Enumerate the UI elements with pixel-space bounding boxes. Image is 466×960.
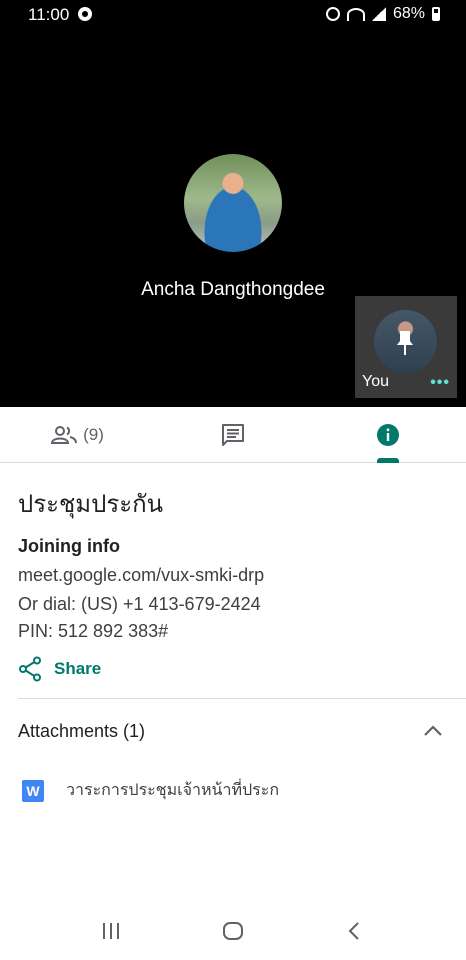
info-icon <box>377 424 399 446</box>
active-tab-indicator <box>377 458 399 463</box>
people-count: (9) <box>83 425 104 444</box>
chevron-up-icon[interactable] <box>423 723 443 737</box>
signal-icon <box>371 7 386 21</box>
attachment-item[interactable]: W วาระการประชุมเจ้าหน้าที่ประก <box>22 778 279 803</box>
divider <box>18 698 466 699</box>
tab-chat[interactable] <box>155 407 310 463</box>
alarm-icon <box>325 7 340 21</box>
more-options-icon[interactable]: ••• <box>430 374 450 392</box>
notification-icon <box>78 7 92 21</box>
joining-info-heading: Joining info <box>18 536 120 556</box>
battery-percent: 68% <box>392 5 425 22</box>
share-button[interactable]: Share <box>18 656 101 682</box>
participant-avatar <box>184 154 282 252</box>
pin-icon[interactable] <box>396 330 414 356</box>
share-label: Share <box>54 659 102 678</box>
people-icon <box>51 426 78 444</box>
self-view-tile[interactable]: You ••• <box>355 296 457 398</box>
battery-icon <box>432 7 440 21</box>
chat-icon <box>221 424 244 446</box>
meeting-pin: PIN: 512 892 383# <box>18 621 169 641</box>
meeting-link[interactable]: meet.google.com/vux-smki-drp <box>18 565 264 586</box>
share-icon <box>19 656 41 682</box>
navigation-bar <box>0 900 466 960</box>
attachments-heading: Attachments (1) <box>18 721 146 741</box>
video-area[interactable]: Ancha Dangthongdee You ••• <box>0 30 466 407</box>
dial-in-number[interactable]: Or dial: (US) +1 413-679-2424 <box>18 594 261 615</box>
recent-apps-icon[interactable] <box>102 920 120 942</box>
self-label: You <box>362 373 389 390</box>
attachment-name: วาระการประชุมเจ้าหน้าที่ประก <box>66 780 280 799</box>
tab-bar: (9) <box>0 407 466 463</box>
back-icon[interactable] <box>346 920 362 942</box>
wifi-icon <box>346 7 365 21</box>
home-icon[interactable] <box>222 920 244 942</box>
tab-people[interactable]: (9) <box>0 407 155 463</box>
status-bar: 11:00 68% <box>0 0 466 30</box>
word-doc-icon: W <box>22 779 44 802</box>
meeting-title: ประชุมประกัน <box>18 491 164 518</box>
status-indicators: 68% <box>325 5 440 23</box>
status-time: 11:00 <box>28 5 70 24</box>
tab-info[interactable] <box>310 407 466 463</box>
